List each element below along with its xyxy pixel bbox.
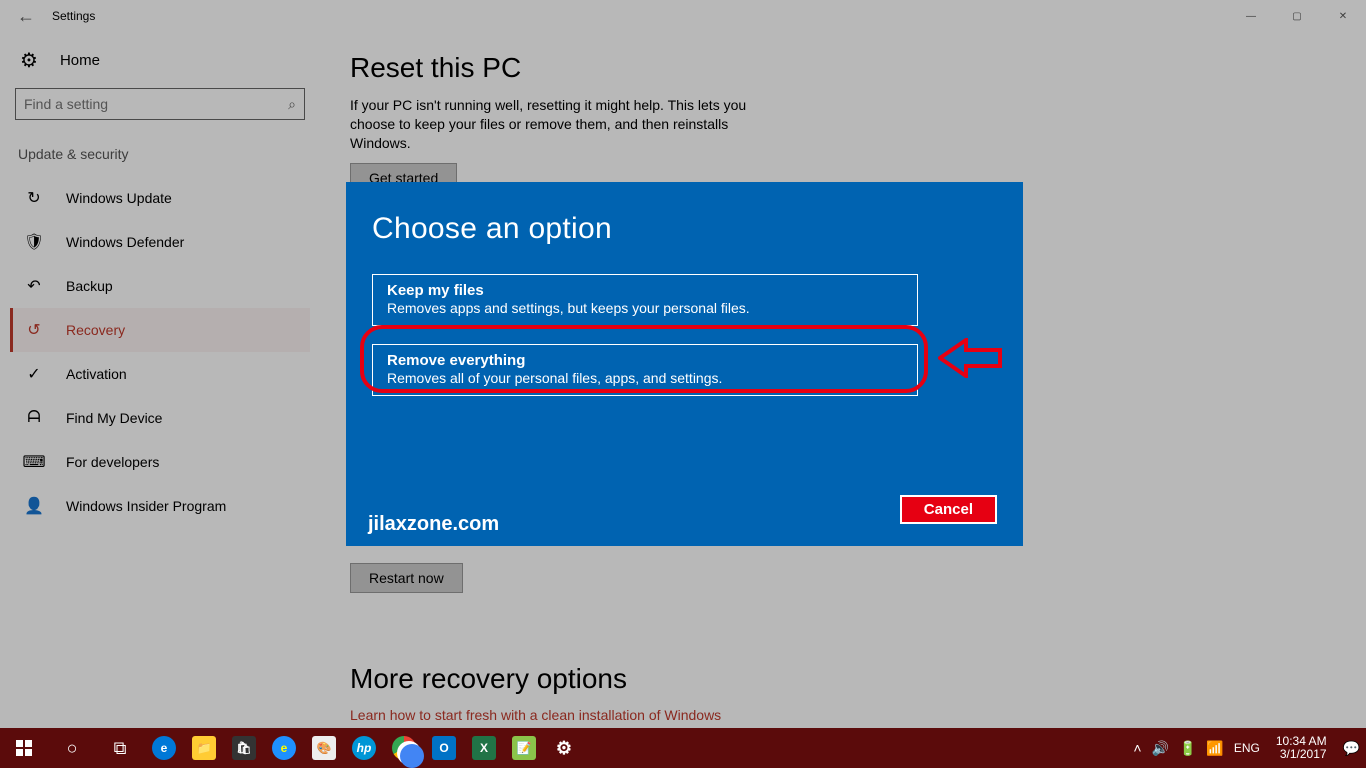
tray-language-indicator[interactable]: ENG [1234,741,1260,755]
annotation-arrow-icon [938,338,1012,378]
taskbar: ○ ⧉ e 📁 🛍 e 🎨 hp O X 📝 ⚙ ˄ 🔊 🔋 📶 ENG 10:… [0,728,1366,768]
choose-option-dialog: Choose an option Keep my files Removes a… [346,182,1023,546]
option-title: Remove everything [387,352,903,369]
taskbar-app-store[interactable]: 🛍 [224,728,264,768]
taskbar-app-outlook[interactable]: O [424,728,464,768]
tray-volume-icon[interactable]: 🔊 [1152,740,1169,757]
taskbar-app-excel[interactable]: X [464,728,504,768]
taskbar-app-settings[interactable]: ⚙ [544,728,584,768]
option-remove-everything[interactable]: Remove everything Removes all of your pe… [372,344,918,396]
taskbar-app-paint[interactable]: 🎨 [304,728,344,768]
taskbar-app-notepad[interactable]: 📝 [504,728,544,768]
taskbar-app-edge[interactable]: e [144,728,184,768]
option-keep-my-files[interactable]: Keep my files Removes apps and settings,… [372,274,918,326]
tray-battery-icon[interactable]: 🔋 [1179,740,1196,757]
cortana-search-button[interactable]: ○ [48,728,96,768]
taskbar-app-internet-explorer[interactable]: e [264,728,304,768]
option-title: Keep my files [387,282,903,299]
taskbar-app-chrome[interactable] [384,728,424,768]
tray-date: 3/1/2017 [1276,748,1327,761]
start-button[interactable] [0,728,48,768]
tray-clock[interactable]: 10:34 AM 3/1/2017 [1270,735,1333,761]
option-description: Removes all of your personal files, apps… [387,370,903,386]
dialog-title: Choose an option [372,212,997,246]
task-view-button[interactable]: ⧉ [96,728,144,768]
tray-action-center-icon[interactable]: 💬 [1343,740,1360,757]
taskbar-app-hp[interactable]: hp [344,728,384,768]
cancel-button[interactable]: Cancel [900,495,997,524]
taskbar-app-file-explorer[interactable]: 📁 [184,728,224,768]
tray-chevron-up-icon[interactable]: ˄ [1133,740,1141,756]
attribution-watermark: jilaxzone.com [368,513,499,536]
option-description: Removes apps and settings, but keeps you… [387,300,903,316]
tray-network-icon[interactable]: 📶 [1206,740,1223,757]
